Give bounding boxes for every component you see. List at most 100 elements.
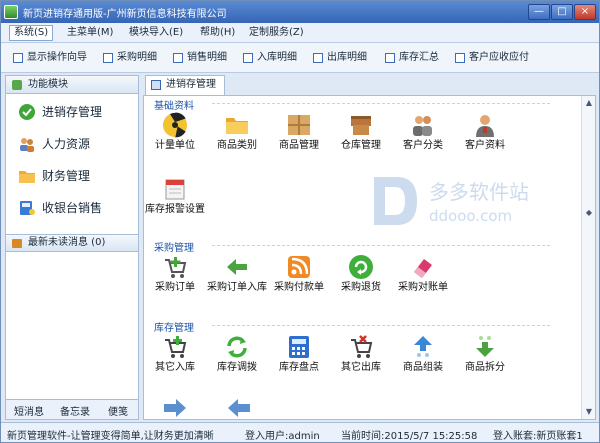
minimize-button[interactable]: — bbox=[528, 4, 550, 20]
tile-purchase-return[interactable]: 采购退货 bbox=[332, 254, 390, 304]
tab-label: 进销存管理 bbox=[166, 79, 216, 90]
tile-warehouse-management[interactable]: 仓库管理 bbox=[332, 112, 390, 162]
tile-label: 采购退货 bbox=[341, 282, 381, 293]
section-title: 采购管理 bbox=[154, 243, 194, 254]
tile-other-outbound[interactable]: 其它出库 bbox=[332, 334, 390, 384]
function-module-sidebar: 功能模块 进销存管理 人力资源 财务管理 收银台销售 最新未读消息 (0) 短消… bbox=[5, 75, 139, 420]
section-basic-data: 基础资料 bbox=[154, 97, 574, 112]
tile-stock-count[interactable]: 库存盘点 bbox=[270, 334, 328, 384]
arrow-left-icon bbox=[227, 259, 247, 275]
tile-label: 客户分类 bbox=[403, 140, 443, 151]
folder-icon bbox=[226, 118, 248, 134]
sidebar-item-label: 财务管理 bbox=[42, 169, 91, 183]
cash-register-icon bbox=[20, 201, 35, 215]
tile-purchase-order[interactable]: 采购订单 bbox=[146, 254, 204, 304]
section-divider bbox=[212, 325, 550, 326]
sidebar-header: 功能模块 bbox=[6, 76, 138, 94]
menu-custom-service[interactable]: 定制服务(Z) bbox=[245, 25, 308, 41]
sidebar-item-inventory[interactable]: 进销存管理 bbox=[6, 98, 138, 126]
tile-label: 库存盘点 bbox=[279, 362, 319, 373]
arrow-right-icon[interactable] bbox=[162, 398, 188, 418]
tile-purchase-statement[interactable]: 采购对账单 bbox=[394, 254, 452, 304]
tile-purchase-payment[interactable]: 采购付款单 bbox=[270, 254, 328, 304]
tile-product-assembly[interactable]: 商品组装 bbox=[394, 334, 452, 384]
tile-label: 客户资料 bbox=[465, 140, 505, 151]
status-bar: 新页管理软件-让管理变得简单,让财务更加清晰 登入用户:admin 当前时间:2… bbox=[1, 422, 599, 442]
tile-label: 采购对账单 bbox=[398, 282, 448, 293]
window-title: 新页进销存通用版-广州新页信息科技有限公司 bbox=[23, 9, 227, 20]
tile-product-category[interactable]: 商品类别 bbox=[208, 112, 266, 162]
tile-purchase-order-inbound[interactable]: 采购订单入库 bbox=[207, 254, 267, 304]
tile-unit-of-measure[interactable]: 计量单位 bbox=[146, 112, 204, 162]
close-button[interactable]: × bbox=[574, 4, 596, 20]
tile-stock-alert-settings[interactable]: 库存报警设置 bbox=[145, 176, 205, 226]
scroll-down-icon[interactable]: ▼ bbox=[584, 407, 594, 417]
tab-inventory-management[interactable]: 进销存管理 bbox=[145, 75, 225, 95]
tile-product-split[interactable]: 商品拆分 bbox=[456, 334, 514, 384]
checkbox-icon bbox=[385, 53, 395, 63]
toolbar-label: 采购明细 bbox=[117, 52, 157, 63]
scroll-thumb[interactable]: ◆ bbox=[584, 208, 594, 222]
scroll-up-icon[interactable]: ▲ bbox=[584, 98, 594, 108]
tile-customer-category[interactable]: 客户分类 bbox=[394, 112, 452, 162]
sidebar-item-cashier[interactable]: 收银台销售 bbox=[6, 194, 138, 222]
section-inventory: 库存管理 bbox=[154, 319, 574, 334]
tile-label: 采购订单 bbox=[155, 282, 195, 293]
toolbar-inbound-detail[interactable]: 入库明细 bbox=[241, 51, 297, 65]
sidebar-item-label: 收银台销售 bbox=[42, 201, 103, 215]
toolbar-stock-summary[interactable]: 库存汇总 bbox=[383, 51, 439, 65]
arrow-left-icon[interactable] bbox=[226, 398, 252, 418]
tile-other-inbound[interactable]: 其它入库 bbox=[146, 334, 204, 384]
menu-module-import[interactable]: 模块导入(E) bbox=[125, 25, 187, 41]
tile-label: 采购订单入库 bbox=[207, 282, 267, 293]
checkbox-icon bbox=[103, 53, 113, 63]
toolbar-outbound-detail[interactable]: 出库明细 bbox=[311, 51, 367, 65]
menu-bar: 系统(S) 主菜单(M) 模块导入(E) 帮助(H) 定制服务(Z) bbox=[1, 23, 599, 43]
sidebar-item-finance[interactable]: 财务管理 bbox=[6, 162, 138, 190]
app-icon bbox=[4, 5, 18, 19]
toolbar-show-guide[interactable]: 显示操作向导 bbox=[11, 51, 87, 65]
tile-customer-profile[interactable]: 客户资料 bbox=[456, 112, 514, 162]
sidebar-item-label: 进销存管理 bbox=[42, 105, 103, 119]
menu-help[interactable]: 帮助(H) bbox=[196, 25, 239, 41]
calendar-alert-icon bbox=[165, 179, 185, 200]
sidebar-item-hr[interactable]: 人力资源 bbox=[6, 130, 138, 158]
tile-label: 商品拆分 bbox=[465, 362, 505, 373]
memo-link[interactable]: 备忘录 bbox=[60, 403, 90, 418]
toolbar-label: 出库明细 bbox=[327, 52, 367, 63]
menu-main[interactable]: 主菜单(M) bbox=[63, 25, 117, 41]
arrow-down-icon bbox=[476, 336, 494, 357]
tile-product-management[interactable]: 商品管理 bbox=[270, 112, 328, 162]
maximize-button[interactable]: □ bbox=[551, 4, 573, 20]
toolbar-customer-ar-ap[interactable]: 客户应收应付 bbox=[453, 51, 529, 65]
toolbar-label: 显示操作向导 bbox=[27, 52, 87, 63]
box-icon bbox=[288, 115, 310, 135]
sidebar-title: 功能模块 bbox=[28, 79, 68, 90]
toolbar-label: 入库明细 bbox=[257, 52, 297, 63]
speaker-icon bbox=[12, 239, 22, 248]
section-divider bbox=[212, 103, 550, 104]
checkbox-icon bbox=[313, 53, 323, 63]
warehouse-boxes-icon bbox=[351, 116, 371, 135]
tile-stock-transfer[interactable]: 库存调拨 bbox=[208, 334, 266, 384]
tile-label: 其它入库 bbox=[155, 362, 195, 373]
short-message-link[interactable]: 短消息 bbox=[14, 403, 44, 418]
status-time: 当前时间:2015/5/7 15:25:58 bbox=[341, 431, 478, 442]
toolbar-label: 销售明细 bbox=[187, 52, 227, 63]
section-title: 库存管理 bbox=[154, 323, 194, 334]
watermark-brand: 多多软件站 bbox=[429, 180, 529, 204]
checkbox-icon bbox=[243, 53, 253, 63]
module-panel: 多多软件站 ddooo.com 基础资料 计量单位 商品类别 商品管理 仓库管理… bbox=[143, 95, 596, 420]
cart-plus-icon bbox=[165, 336, 187, 358]
vertical-scrollbar[interactable]: ▲ ◆ ▼ bbox=[581, 96, 595, 419]
section-purchasing: 采购管理 bbox=[154, 239, 574, 254]
toolbar-sales-detail[interactable]: 销售明细 bbox=[171, 51, 227, 65]
notes-link[interactable]: 便笺 bbox=[108, 403, 128, 418]
checkbox-icon bbox=[455, 53, 465, 63]
unread-messages-header[interactable]: 最新未读消息 (0) bbox=[6, 234, 138, 252]
section-divider bbox=[212, 245, 550, 246]
unread-messages-label: 最新未读消息 (0) bbox=[28, 237, 106, 248]
recycle-icon bbox=[349, 255, 373, 279]
menu-system[interactable]: 系统(S) bbox=[9, 25, 54, 41]
toolbar-purchase-detail[interactable]: 采购明细 bbox=[101, 51, 157, 65]
